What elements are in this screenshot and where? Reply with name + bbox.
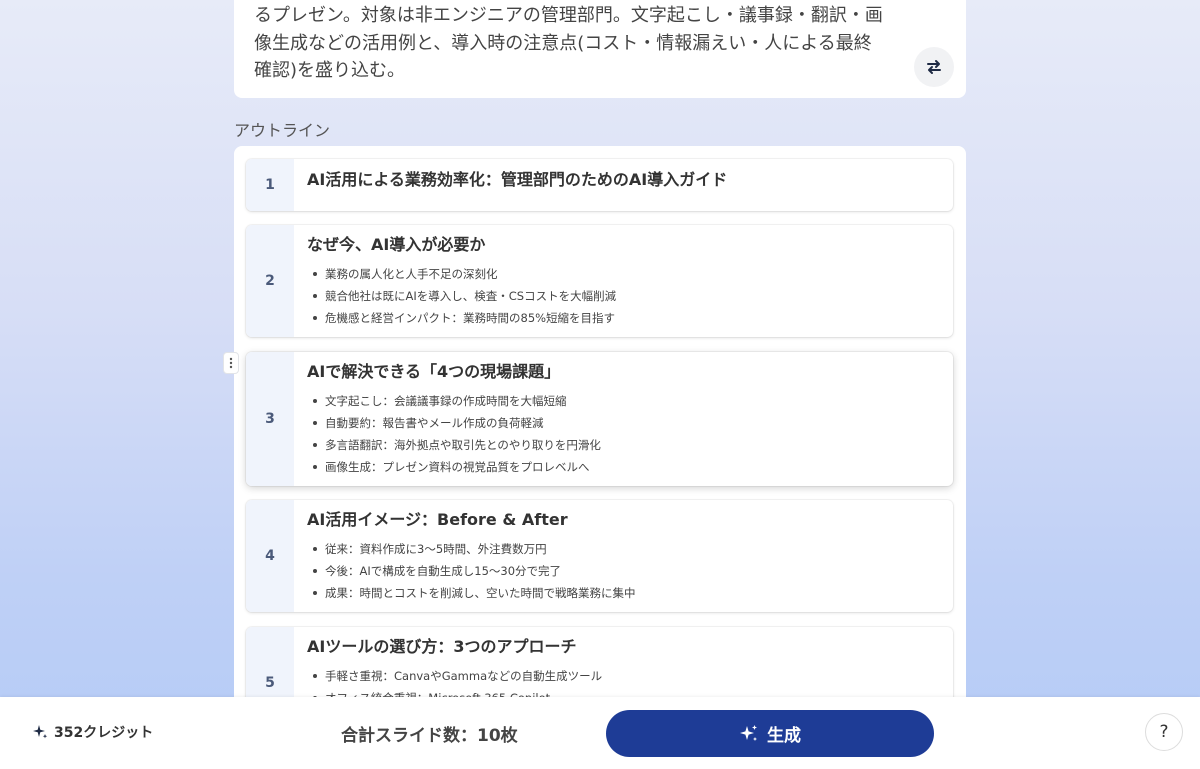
prompt-line: るプレゼン。対象は非エンジニアの管理部門。文字起こし・議事録・翻訳・画 [254, 5, 883, 26]
prompt-text[interactable]: るプレゼン。対象は非エンジニアの管理部門。文字起こし・議事録・翻訳・画 像生成な… [254, 2, 914, 85]
slide-bullet[interactable]: 従来：資料作成に3〜5時間、外注費数万円 [307, 538, 941, 560]
slide-title[interactable]: AI活用による業務効率化：管理部門のためのAI導入ガイド [307, 170, 941, 190]
generate-button[interactable]: 生成 [606, 710, 934, 757]
slide-card-5[interactable]: 5 AIツールの選び方：3つのアプローチ 手軽さ重視：CanvaやGammaなど… [246, 627, 953, 706]
slide-bullet[interactable]: 競合他社は既にAIを導入し、検査・CSコストを大幅削減 [307, 285, 941, 307]
slide-bullet[interactable]: 画像生成：プレゼン資料の視覚品質をプロレベルへ [307, 456, 941, 478]
outline-label: アウトライン [234, 121, 331, 140]
slide-title[interactable]: AI活用イメージ：Before & After [307, 510, 941, 530]
drag-handle[interactable] [223, 352, 239, 374]
swap-button[interactable] [914, 47, 954, 87]
slide-bullet[interactable]: 手軽さ重視：CanvaやGammaなどの自動生成ツール [307, 665, 941, 687]
prompt-line: 像生成などの活用例と、導入時の注意点(コスト・情報漏えい・人による最終 [254, 32, 872, 54]
slide-title[interactable]: AIツールの選び方：3つのアプローチ [307, 637, 941, 657]
slide-card-3[interactable]: 3 AIで解決できる「4つの現場課題」 文字起こし：会議議事録の作成時間を大幅短… [246, 352, 953, 486]
slide-number: 3 [246, 352, 294, 486]
slide-card-4[interactable]: 4 AI活用イメージ：Before & After 従来：資料作成に3〜5時間、… [246, 500, 953, 612]
slide-bullet[interactable]: 業務の属人化と人手不足の深刻化 [307, 263, 941, 285]
slide-title[interactable]: なぜ今、AI導入が必要か [307, 235, 941, 255]
slide-bullet[interactable]: 成果：時間とコストを削減し、空いた時間で戦略業務に集中 [307, 582, 941, 604]
credits-indicator: 352クレジット [32, 722, 153, 742]
drag-handle-icon [229, 357, 233, 369]
sparkle-icon [33, 725, 48, 739]
slide-bullet[interactable]: 多言語翻訳：海外拠点や取引先とのやり取りを円滑化 [307, 434, 941, 456]
outline-list: 1 AI活用による業務効率化：管理部門のためのAI導入ガイド 2 なぜ今、AI導… [234, 146, 966, 706]
slide-bullet[interactable]: 危機感と経営インパクト：業務時間の85%短縮を目指す [307, 307, 941, 329]
sparkle-icon [740, 724, 757, 741]
prompt-card[interactable]: るプレゼン。対象は非エンジニアの管理部門。文字起こし・議事録・翻訳・画 像生成な… [234, 0, 966, 98]
slide-number: 2 [246, 225, 294, 337]
credits-label: 352クレジット [54, 725, 154, 741]
slide-bullet[interactable]: 自動要約：報告書やメール作成の負荷軽減 [307, 412, 941, 434]
swap-icon [927, 60, 941, 74]
slide-card-1[interactable]: 1 AI活用による業務効率化：管理部門のためのAI導入ガイド [246, 159, 953, 211]
total-slides: 合計スライド数：10枚 [341, 726, 518, 746]
footer-bar: 352クレジット 合計スライド数：10枚 生成 ? [0, 697, 1200, 769]
help-button[interactable]: ? [1145, 713, 1183, 751]
prompt-line: 確認)を盛り込む。 [254, 60, 406, 81]
slide-number: 4 [246, 500, 294, 612]
slide-number: 5 [246, 627, 294, 706]
slide-bullet[interactable]: 文字起こし：会議議事録の作成時間を大幅短縮 [307, 390, 941, 412]
slide-bullet[interactable]: 今後：AIで構成を自動生成し15〜30分で完了 [307, 560, 941, 582]
slide-card-2[interactable]: 2 なぜ今、AI導入が必要か 業務の属人化と人手不足の深刻化 競合他社は既にAI… [246, 225, 953, 337]
generate-label: 生成 [767, 726, 801, 746]
slide-title[interactable]: AIで解決できる「4つの現場課題」 [307, 362, 941, 382]
slide-number: 1 [246, 159, 294, 211]
